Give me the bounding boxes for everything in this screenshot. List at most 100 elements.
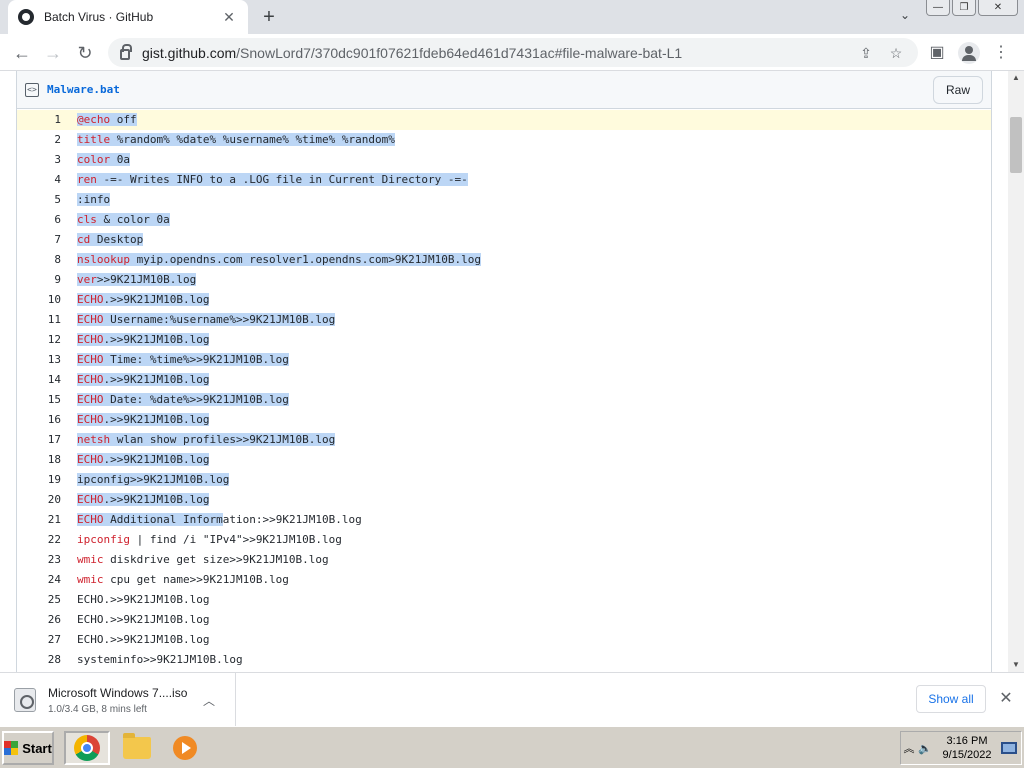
line-number[interactable]: 1 — [17, 110, 73, 130]
line-number[interactable]: 13 — [17, 350, 73, 370]
display-icon[interactable] — [1001, 742, 1017, 754]
code-line[interactable]: 20 ECHO.>>9K21JM10B.log — [17, 490, 991, 510]
restore-button[interactable]: ❐ — [952, 0, 976, 16]
code-line[interactable]: 22 ipconfig | find /i "IPv4">>9K21JM10B.l… — [17, 530, 991, 550]
line-source: ECHO Date: %date%>>9K21JM10B.log — [73, 390, 289, 410]
line-text: ECHO.>>9K21JM10B.log — [77, 293, 210, 306]
line-number[interactable]: 25 — [17, 590, 73, 610]
download-item[interactable]: Microsoft Windows 7....iso 1.0/3.4 GB, 8… — [0, 673, 236, 727]
line-number[interactable]: 14 — [17, 370, 73, 390]
line-number[interactable]: 8 — [17, 250, 73, 270]
line-number[interactable]: 4 — [17, 170, 73, 190]
window-close-button[interactable]: ✕ — [978, 0, 1018, 16]
code-line[interactable]: 26 ECHO.>>9K21JM10B.log — [17, 610, 991, 630]
scroll-up-arrow-icon[interactable]: ▲ — [1008, 71, 1024, 85]
browser-tab[interactable]: Batch Virus · GitHub ✕ — [8, 0, 248, 34]
raw-button[interactable]: Raw — [932, 75, 983, 104]
star-icon[interactable]: ☆ — [886, 43, 906, 63]
code-text: Additional Information:>>9K21JM10B.log — [103, 513, 362, 526]
code-line[interactable]: 13 ECHO Time: %time%>>9K21JM10B.log — [17, 350, 991, 370]
line-number[interactable]: 21 — [17, 510, 73, 530]
code-line[interactable]: 8 nslookup myip.opendns.com resolver1.ope… — [17, 250, 991, 270]
start-button[interactable]: Start — [2, 731, 54, 765]
code-line[interactable]: 1 @echo off — [17, 110, 991, 130]
code-line[interactable]: 9 ver>>9K21JM10B.log — [17, 270, 991, 290]
chevron-up-icon[interactable]: ︽ — [901, 740, 917, 756]
taskbar-media-player[interactable] — [162, 731, 208, 765]
side-panel-icon[interactable]: ▣ — [926, 42, 948, 64]
close-downloads-icon[interactable]: ✕ — [996, 689, 1016, 709]
code-line[interactable]: 18 ECHO.>>9K21JM10B.log — [17, 450, 991, 470]
page-scrollbar[interactable]: ▲ ▼ — [1008, 71, 1024, 672]
tab-search-chevron-icon[interactable]: ⌄ — [896, 8, 914, 26]
taskbar-chrome[interactable] — [64, 731, 110, 765]
line-number[interactable]: 2 — [17, 130, 73, 150]
tab-close-icon[interactable]: ✕ — [220, 8, 238, 26]
code-line[interactable]: 4 ren -=- Writes INFO to a .LOG file in C… — [17, 170, 991, 190]
kebab-menu-icon[interactable]: ⋮ — [990, 42, 1012, 64]
code-line[interactable]: 21 ECHO Additional Information:>>9K21JM10… — [17, 510, 991, 530]
chevron-up-icon[interactable]: ︿ — [199, 692, 219, 709]
file-name-link[interactable]: Malware.bat — [47, 83, 933, 96]
clock[interactable]: 3:16 PM 9/15/2022 — [933, 734, 1001, 762]
code-line[interactable]: 19 ipconfig>>9K21JM10B.log — [17, 470, 991, 490]
share-icon[interactable]: ⇪ — [856, 43, 876, 63]
code-line[interactable]: 7 cd Desktop — [17, 230, 991, 250]
back-arrow-icon[interactable]: ← — [11, 42, 33, 64]
code-line[interactable]: 28 systeminfo>>9K21JM10B.log — [17, 650, 991, 670]
forward-arrow-icon[interactable]: → — [42, 42, 64, 64]
folder-icon — [123, 733, 151, 759]
code-line[interactable]: 12 ECHO.>>9K21JM10B.log — [17, 330, 991, 350]
line-number[interactable]: 9 — [17, 270, 73, 290]
line-source: nslookup myip.opendns.com resolver1.open… — [73, 250, 481, 270]
code-line[interactable]: 23 wmic diskdrive get size>>9K21JM10B.log — [17, 550, 991, 570]
profile-icon[interactable] — [958, 42, 980, 64]
code-line[interactable]: 5:info — [17, 190, 991, 210]
line-number[interactable]: 23 — [17, 550, 73, 570]
line-number[interactable]: 24 — [17, 570, 73, 590]
line-number[interactable]: 22 — [17, 530, 73, 550]
line-number[interactable]: 20 — [17, 490, 73, 510]
line-number[interactable]: 27 — [17, 630, 73, 650]
line-text: ECHO Date: %date%>>9K21JM10B.log — [77, 393, 289, 406]
code-line[interactable]: 25 ECHO.>>9K21JM10B.log — [17, 590, 991, 610]
line-text: color 0a — [77, 153, 130, 166]
line-number[interactable]: 18 — [17, 450, 73, 470]
line-number[interactable]: 28 — [17, 650, 73, 670]
code-line[interactable]: 16 ECHO.>>9K21JM10B.log — [17, 410, 991, 430]
lock-icon[interactable] — [120, 43, 132, 60]
code-line[interactable]: 15 ECHO Date: %date%>>9K21JM10B.log — [17, 390, 991, 410]
line-number[interactable]: 3 — [17, 150, 73, 170]
line-number[interactable]: 16 — [17, 410, 73, 430]
line-number[interactable]: 17 — [17, 430, 73, 450]
minimize-button[interactable]: — — [926, 0, 950, 16]
url-text[interactable]: gist.github.com/SnowLord7/370dc901f07621… — [142, 45, 846, 61]
code-line[interactable]: 2 title %random% %date% %username% %time%… — [17, 130, 991, 150]
code-line[interactable]: 3 color 0a — [17, 150, 991, 170]
line-number[interactable]: 7 — [17, 230, 73, 250]
volume-icon[interactable]: 🔈 — [917, 742, 933, 755]
line-number[interactable]: 19 — [17, 470, 73, 490]
code-line[interactable]: 14 ECHO.>>9K21JM10B.log — [17, 370, 991, 390]
line-number[interactable]: 10 — [17, 290, 73, 310]
scroll-down-arrow-icon[interactable]: ▼ — [1008, 658, 1024, 672]
scrollbar-thumb[interactable] — [1010, 117, 1022, 173]
line-number[interactable]: 11 — [17, 310, 73, 330]
address-bar[interactable]: gist.github.com/SnowLord7/370dc901f07621… — [108, 38, 918, 67]
reload-icon[interactable]: ↻ — [74, 42, 96, 64]
code-line[interactable]: 27 ECHO.>>9K21JM10B.log — [17, 630, 991, 650]
taskbar-explorer[interactable] — [114, 731, 160, 765]
code-line[interactable]: 6 cls & color 0a — [17, 210, 991, 230]
code-line[interactable]: 11 ECHO Username:%username%>>9K21JM10B.lo… — [17, 310, 991, 330]
new-tab-button[interactable]: + — [258, 6, 280, 28]
line-number[interactable]: 6 — [17, 210, 73, 230]
line-number[interactable]: 26 — [17, 610, 73, 630]
code-line[interactable]: 10 ECHO.>>9K21JM10B.log — [17, 290, 991, 310]
line-number[interactable]: 12 — [17, 330, 73, 350]
line-number[interactable]: 15 — [17, 390, 73, 410]
code-view[interactable]: 1 @echo off 2 title %random% %date% %userna… — [17, 110, 991, 670]
code-line[interactable]: 17 netsh wlan show profiles>>9K21JM10B.lo… — [17, 430, 991, 450]
code-line[interactable]: 24 wmic cpu get name>>9K21JM10B.log — [17, 570, 991, 590]
show-all-button[interactable]: Show all — [916, 685, 986, 713]
line-number[interactable]: 5 — [17, 190, 73, 210]
